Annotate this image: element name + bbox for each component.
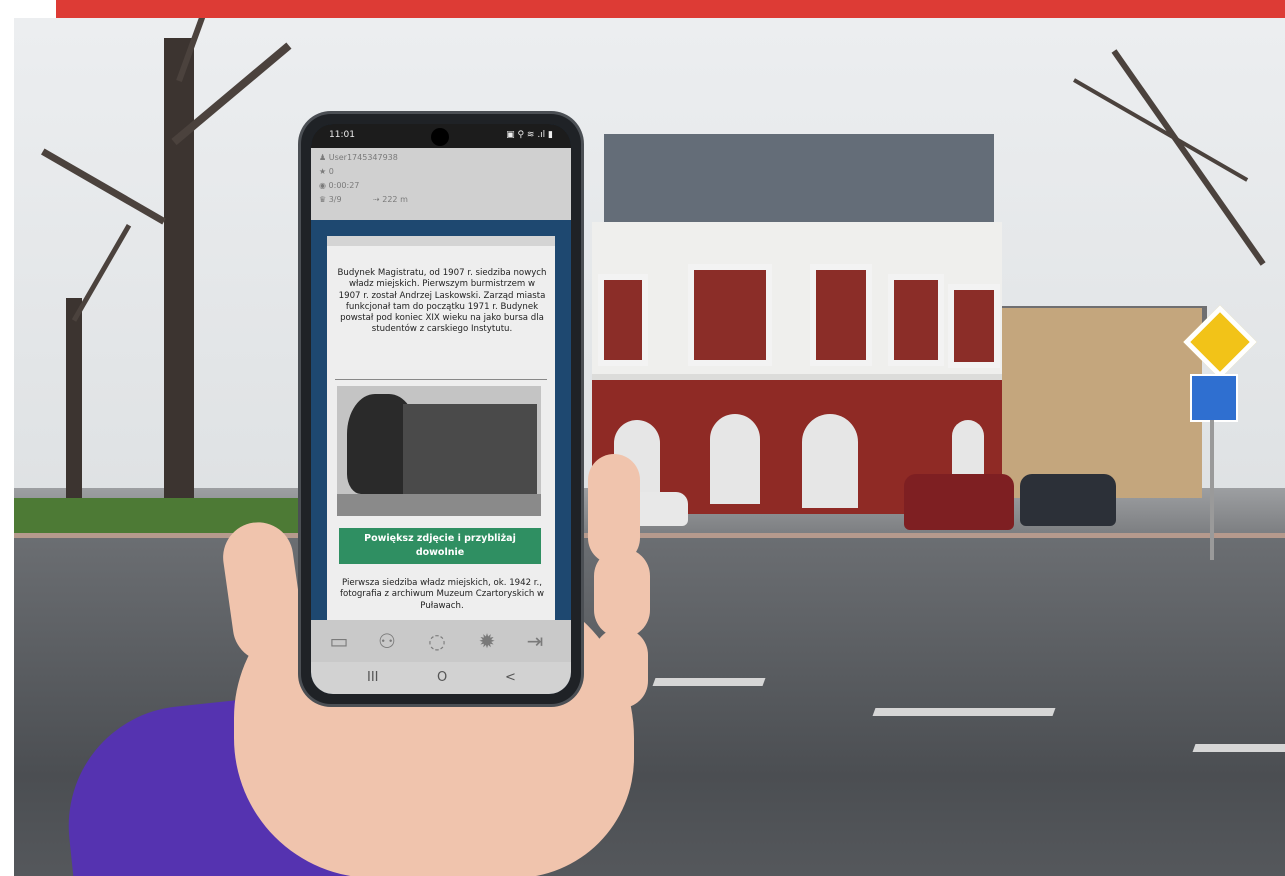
top-accent-bar	[56, 0, 1285, 18]
stars-row: ★ 0	[319, 166, 334, 178]
camera-notch	[431, 128, 449, 146]
building-arched-window	[710, 414, 760, 504]
phone-screen: 11:01 ▣ ⚲ ≋ .ıl ▮ ♟ User1745347938 ★ 0 ◉…	[311, 124, 571, 694]
stars-count: 0	[328, 167, 334, 176]
android-nav-bar: III O <	[311, 662, 571, 694]
red-car	[904, 474, 1014, 530]
building-window	[810, 264, 872, 366]
building-arched-window	[802, 414, 858, 508]
neighbor-building	[1002, 308, 1202, 498]
building-window	[688, 264, 772, 366]
elapsed-time: 0:00:27	[328, 181, 360, 190]
lane-marking	[652, 678, 766, 686]
hand-finger	[594, 628, 648, 708]
distance-value: 222 m	[382, 195, 408, 204]
divider	[335, 379, 547, 380]
team-icon[interactable]: ⚇	[373, 628, 401, 654]
zoom-photo-button[interactable]: Powiększ zdjęcie i przybliżaj dowolnie	[339, 528, 541, 564]
place-description: Budynek Magistratu, od 1907 r. siedziba …	[337, 268, 547, 335]
building-window	[888, 274, 944, 366]
status-time: 11:01	[329, 130, 355, 140]
game-info-bar: ♟ User1745347938 ★ 0 ◉ 0:00:27 ♛ 3/9 ⇢ 2…	[311, 148, 571, 220]
photo-ground	[337, 494, 541, 516]
building-roof	[604, 134, 994, 226]
status-icons: ▣ ⚲ ≋ .ıl ▮	[506, 130, 553, 140]
timer-row: ◉ 0:00:27	[319, 180, 359, 192]
exit-icon[interactable]: ⇥	[521, 628, 549, 654]
user-row: ♟ User1745347938	[319, 152, 398, 164]
lane-marking	[1192, 744, 1285, 752]
lane-marking	[872, 708, 1056, 716]
recents-button[interactable]: III	[367, 670, 379, 685]
user-name: User1745347938	[328, 153, 398, 162]
settings-icon[interactable]: ✹	[473, 628, 501, 654]
dark-car	[1020, 474, 1116, 526]
trophy-icon: ♛	[319, 195, 329, 204]
tree-trunk	[164, 38, 194, 498]
tree-trunk	[66, 298, 82, 498]
clock-icon: ◉	[319, 181, 329, 190]
progress-count: 3/9	[328, 195, 342, 204]
progress-row: ♛ 3/9	[319, 194, 342, 206]
star-icon: ★	[319, 167, 329, 176]
hand-finger	[588, 454, 640, 564]
walk-icon: ⇢	[373, 195, 383, 204]
crossing-sign	[1190, 374, 1238, 422]
info-card[interactable]: Budynek Magistratu, od 1907 r. siedziba …	[327, 236, 555, 630]
building-window	[948, 284, 1000, 368]
building-window	[598, 274, 648, 366]
historic-photo[interactable]	[337, 386, 541, 516]
distance-row: ⇢ 222 m	[373, 194, 408, 206]
briefcase-icon[interactable]: ▭	[325, 628, 353, 654]
bottom-tab-bar: ▭ ⚇ ◌ ✹ ⇥	[311, 620, 571, 662]
smartphone: 11:01 ▣ ⚲ ≋ .ıl ▮ ♟ User1745347938 ★ 0 ◉…	[301, 114, 581, 704]
photo-building	[403, 404, 537, 504]
sign-pole	[1210, 420, 1214, 560]
home-button[interactable]: O	[437, 670, 447, 685]
user-icon: ♟	[319, 153, 329, 162]
hand-finger	[594, 548, 650, 638]
historic-building	[592, 134, 1002, 514]
back-button[interactable]: <	[505, 670, 516, 685]
chat-icon[interactable]: ◌	[423, 628, 451, 654]
photo-caption: Pierwsza siedziba władz miejskich, ok. 1…	[339, 578, 545, 611]
street-photo	[14, 18, 1285, 876]
